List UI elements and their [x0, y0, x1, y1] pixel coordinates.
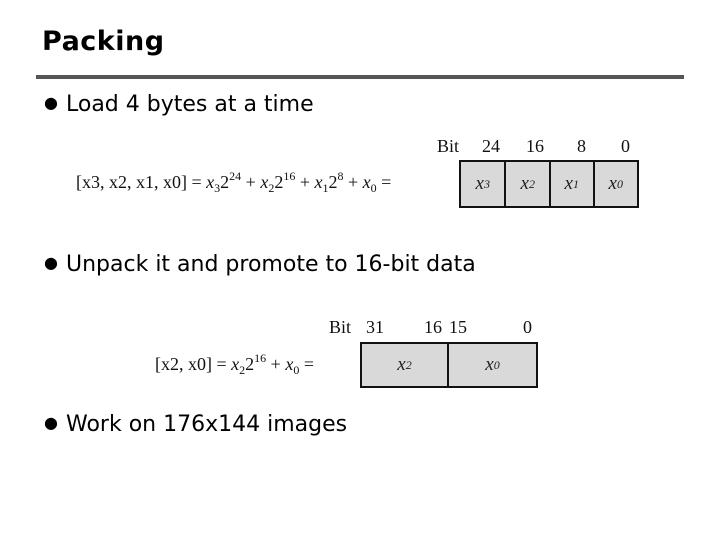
bullet-text: Work on 176x144 images — [66, 412, 348, 437]
term-base: 2 — [220, 172, 230, 192]
bit-position: 24 — [482, 136, 500, 156]
term-var: x — [231, 354, 240, 374]
plus-sign: + — [245, 172, 256, 192]
bit-position: 0 — [523, 317, 532, 337]
bit-position: 15 — [449, 317, 467, 337]
term-sub: 0 — [293, 363, 300, 377]
term-exp: 24 — [229, 169, 242, 183]
bit-position: 16 — [424, 317, 442, 337]
equals-sign: = — [381, 172, 392, 192]
halfword-cell-x2: x2 — [362, 344, 450, 386]
bullet-icon: ● — [44, 413, 58, 432]
equation-lhs: [x3, x2, x1, x0] — [76, 172, 187, 192]
plus-sign: + — [299, 172, 310, 192]
bit-label: Bit — [437, 136, 460, 156]
byte-cell-x0: x0 — [608, 173, 623, 194]
byte-cell-x3: x3 — [461, 162, 507, 206]
term-exp: 8 — [337, 169, 344, 183]
equals-sign: = — [191, 172, 202, 192]
bullet-text: Load 4 bytes at a time — [66, 92, 314, 117]
bullet-item: ● Unpack it and promote to 16-bit data — [44, 252, 476, 277]
packing-equation: [x3, x2, x1, x0] = x3224 + x2216 + x128 … — [76, 169, 392, 195]
register-16bit-pair: x2 x0 — [360, 342, 538, 388]
bit-position: 8 — [577, 136, 586, 156]
bit-position: 0 — [621, 136, 630, 156]
term-base: 2 — [274, 172, 284, 192]
byte-cell-x1: x1 — [551, 162, 595, 206]
bit-label: Bit — [329, 317, 352, 337]
bit-position: 31 — [366, 317, 384, 337]
equals-sign: = — [216, 354, 227, 374]
equals-sign: = — [303, 354, 314, 374]
unpack-equation: [x2, x0] = x2216 + x0 = — [155, 351, 314, 377]
plus-sign: + — [270, 354, 281, 374]
term-var: x — [362, 172, 371, 192]
byte-cell-x2: x2 — [506, 162, 551, 206]
term-exp: 16 — [283, 169, 296, 183]
plus-sign: + — [347, 172, 359, 192]
register-32bit: x3 x2 x1 x0 — [459, 160, 639, 208]
halfword-cell-x0: x0 — [485, 354, 500, 375]
bit-position: 16 — [526, 136, 544, 156]
equation-lhs: [x2, x0] — [155, 354, 212, 374]
term-base: 2 — [245, 354, 255, 374]
bullet-icon: ● — [44, 253, 58, 272]
bullet-text: Unpack it and promote to 16-bit data — [66, 252, 476, 277]
term-sub: 0 — [370, 181, 377, 195]
bullet-item: ● Work on 176x144 images — [44, 412, 347, 437]
slide-title: Packing — [42, 26, 165, 57]
term-var: x — [206, 172, 215, 192]
term-exp: 16 — [254, 351, 267, 365]
bullet-item: ● Load 4 bytes at a time — [44, 92, 314, 117]
bullet-icon: ● — [44, 93, 58, 112]
title-underline — [36, 75, 684, 79]
